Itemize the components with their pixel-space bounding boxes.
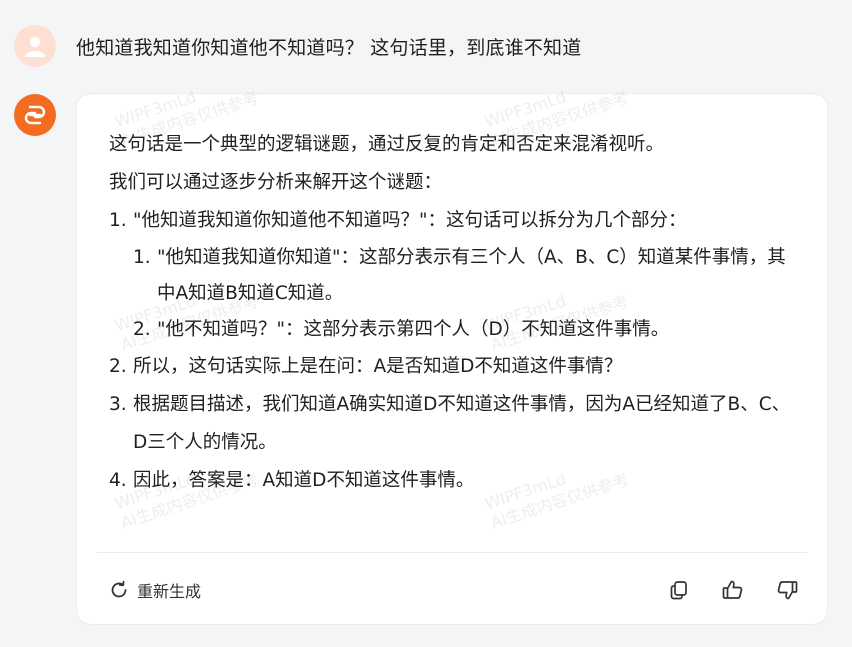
list-number: 4. [109, 470, 127, 491]
answer-list: 1. "他知道我知道你知道他不知道吗？"：这句话可以拆分为几个部分： 1. "他… [109, 202, 799, 500]
regenerate-button[interactable]: 重新生成 [109, 578, 201, 602]
thumbs-up-icon [722, 580, 743, 599]
answer-footer: 重新生成 [109, 572, 801, 608]
regenerate-label: 重新生成 [137, 582, 202, 601]
watermark-text: WIPF3mLd [112, 87, 199, 132]
user-icon [25, 37, 45, 57]
sub-list: 1. "他知道我知道你知道"：这部分表示有三个人（A、B、C）知道某件事情，其中… [133, 240, 799, 348]
list-item: 2. 所以，这句话实际上是在问：A是否知道D不知道这件事情？ [109, 348, 799, 386]
user-question: 他知道我知道你知道他不知道吗？ 这句话里，到底谁不知道 [76, 36, 582, 59]
copy-icon [670, 581, 687, 600]
thumbs-up-button[interactable] [719, 576, 747, 604]
list-item-text: "他不知道吗？"：这部分表示第四个人（D）不知道这件事情。 [157, 319, 670, 340]
list-item-text: "他知道我知道你知道他不知道吗？"：这句话可以拆分为几个部分： [133, 210, 687, 231]
list-number: 2. [133, 319, 151, 340]
list-number: 3. [109, 394, 127, 415]
answer-intro: 这句话是一个典型的逻辑谜题，通过反复的肯定和否定来混淆视听。 [109, 134, 665, 155]
list-item-text: 因此，答案是：A知道D不知道这件事情。 [133, 470, 475, 491]
answer-card: WIPF3mLd AI生成内容仅供参考 WIPF3mLd AI生成内容仅供参考 WI… [77, 87, 827, 624]
divider [97, 552, 807, 553]
list-item-text: "他知道我知道你知道"：这部分表示有三个人（A、B、C）知道某件事情，其中A知道… [157, 247, 786, 304]
answer-content: 这句话是一个典型的逻辑谜题，通过反复的肯定和否定来混淆视听。 我们可以通过逐步分… [109, 126, 799, 500]
sub-list-item: 1. "他知道我知道你知道"：这部分表示有三个人（A、B、C）知道某件事情，其中… [133, 240, 799, 312]
list-item: 3. 根据题目描述，我们知道A确实知道D不知道这件事情，因为A已经知道了B、C、… [109, 386, 799, 462]
user-avatar [14, 25, 56, 67]
list-item-text: 根据题目描述，我们知道A确实知道D不知道这件事情，因为A已经知道了B、C、D三个… [133, 394, 791, 453]
refresh-icon [111, 580, 127, 598]
answer-intro: 我们可以通过逐步分析来解开这个谜题： [109, 172, 443, 193]
user-message-row: 他知道我知道你知道他不知道吗？ 这句话里，到底谁不知道 [14, 25, 581, 67]
list-item: 1. "他知道我知道你知道他不知道吗？"：这句话可以拆分为几个部分： 1. "他… [109, 202, 799, 348]
watermark-text: WIPF3mLd [482, 87, 569, 132]
thumbs-down-button[interactable] [773, 576, 801, 604]
list-number: 1. [109, 210, 127, 231]
copy-button[interactable] [665, 576, 693, 604]
sub-list-item: 2. "他不知道吗？"：这部分表示第四个人（D）不知道这件事情。 [133, 312, 799, 348]
list-number: 2. [109, 356, 127, 377]
bot-avatar [14, 94, 56, 136]
thumbs-down-icon [777, 581, 798, 600]
feedback-actions [639, 576, 801, 604]
bot-logo-icon [24, 105, 46, 125]
list-number: 1. [133, 247, 151, 268]
list-item: 4. 因此，答案是：A知道D不知道这件事情。 [109, 462, 799, 500]
list-item-text: 所以，这句话实际上是在问：A是否知道D不知道这件事情？ [133, 356, 623, 377]
